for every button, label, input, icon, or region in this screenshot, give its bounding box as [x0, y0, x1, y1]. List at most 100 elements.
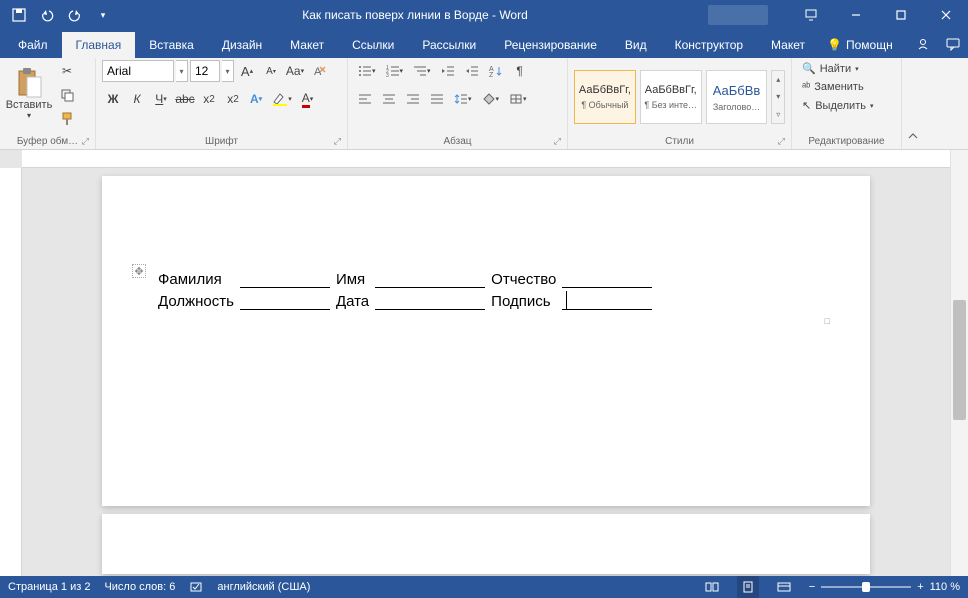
tab-mailings[interactable]: Рассылки — [408, 32, 490, 58]
numbering-icon[interactable]: 123▾ — [382, 60, 408, 82]
font-name-dd[interactable]: ▾ — [176, 60, 188, 82]
increase-indent-icon[interactable] — [461, 60, 483, 82]
collapse-ribbon-icon[interactable] — [904, 127, 922, 145]
tab-layout[interactable]: Макет — [276, 32, 338, 58]
decrease-indent-icon[interactable] — [437, 60, 459, 82]
line-position[interactable] — [240, 290, 330, 310]
undo-icon[interactable] — [34, 2, 60, 28]
redo-icon[interactable] — [62, 2, 88, 28]
paragraph-launcher[interactable]: ⤢ — [554, 136, 561, 147]
find-button[interactable]: 🔍Найти ▾ — [798, 60, 877, 77]
view-print-icon[interactable] — [737, 576, 759, 598]
view-read-icon[interactable] — [701, 576, 723, 598]
style-nospacing[interactable]: АаБбВвГг,¶ Без инте… — [640, 70, 702, 124]
group-styles-label: Стили — [665, 136, 694, 147]
share-icon[interactable] — [908, 30, 938, 58]
align-left-icon[interactable] — [354, 88, 376, 110]
line-signature[interactable] — [562, 290, 652, 310]
select-button[interactable]: ↖Выделить ▾ — [798, 97, 877, 114]
table-anchor-icon[interactable]: ✥ — [132, 264, 146, 278]
style-heading1[interactable]: АаБбВвЗаголово… — [706, 70, 768, 124]
cut-icon[interactable]: ✂ — [56, 60, 78, 82]
grow-font-icon[interactable]: A▴ — [236, 60, 258, 82]
save-icon[interactable] — [6, 2, 32, 28]
tab-design[interactable]: Дизайн — [208, 32, 276, 58]
copy-icon[interactable] — [56, 84, 78, 106]
tell-me[interactable]: 💡Помощн — [819, 32, 901, 58]
shrink-font-icon[interactable]: A▾ — [260, 60, 282, 82]
minimize-icon[interactable] — [833, 0, 878, 30]
zoom-slider[interactable] — [821, 586, 911, 588]
bold-icon[interactable]: Ж — [102, 88, 124, 110]
tab-review[interactable]: Рецензирование — [490, 32, 611, 58]
align-right-icon[interactable] — [402, 88, 424, 110]
change-case-icon[interactable]: Aa▾ — [284, 60, 306, 82]
tab-tabletools-design[interactable]: Конструктор — [661, 32, 757, 58]
document-page[interactable]: ✥ Фамилия Имя Отчество Должность Дата По… — [102, 176, 870, 506]
borders-icon[interactable]: ▾ — [505, 88, 531, 110]
zoom-in-icon[interactable]: + — [917, 581, 923, 593]
tab-tabletools-layout[interactable]: Макет — [757, 32, 819, 58]
sort-icon[interactable]: AZ — [485, 60, 507, 82]
justify-icon[interactable] — [426, 88, 448, 110]
font-color-icon[interactable]: A▾ — [298, 88, 318, 110]
shading-icon[interactable]: ▾ — [478, 88, 504, 110]
horizontal-ruler[interactable] — [22, 150, 950, 168]
group-paragraph-label: Абзац — [443, 136, 471, 147]
pilcrow-icon[interactable]: ¶ — [509, 60, 531, 82]
text-effects-icon[interactable]: A▾ — [246, 88, 266, 110]
bullets-icon[interactable]: ▾ — [354, 60, 380, 82]
line-surname[interactable] — [240, 268, 330, 288]
font-name-input[interactable] — [102, 60, 174, 82]
multilevel-icon[interactable]: ▾ — [409, 60, 435, 82]
comments-icon[interactable] — [938, 30, 968, 58]
font-size-input[interactable] — [190, 60, 220, 82]
underline-icon[interactable]: Ч▾ — [150, 88, 172, 110]
document-page-2[interactable] — [102, 514, 870, 574]
styles-launcher[interactable]: ⤢ — [778, 136, 785, 147]
close-icon[interactable] — [923, 0, 968, 30]
styles-expand[interactable]: ▴▾▿ — [771, 70, 785, 124]
tab-home[interactable]: Главная — [62, 32, 136, 58]
font-launcher[interactable]: ⤢ — [334, 136, 341, 147]
style-normal[interactable]: АаБбВвГг,¶ Обычный — [574, 70, 636, 124]
status-page[interactable]: Страница 1 из 2 — [8, 581, 90, 593]
line-spacing-icon[interactable]: ▾ — [450, 88, 476, 110]
subscript-icon[interactable]: x2 — [198, 88, 220, 110]
font-size-dd[interactable]: ▾ — [222, 60, 234, 82]
strikethrough-icon[interactable]: abc — [174, 88, 196, 110]
account-area[interactable] — [708, 5, 768, 25]
clipboard-launcher[interactable]: ⤢ — [82, 136, 89, 147]
zoom-thumb[interactable] — [862, 582, 870, 592]
zoom-out-icon[interactable]: − — [809, 581, 815, 593]
align-center-icon[interactable] — [378, 88, 400, 110]
tab-view[interactable]: Вид — [611, 32, 661, 58]
superscript-icon[interactable]: x2 — [222, 88, 244, 110]
tab-insert[interactable]: Вставка — [135, 32, 208, 58]
status-language[interactable]: английский (США) — [217, 581, 310, 593]
format-painter-icon[interactable] — [56, 108, 78, 130]
maximize-icon[interactable] — [878, 0, 923, 30]
zoom-level[interactable]: 110 % — [930, 581, 960, 593]
ribbon-options-icon[interactable] — [788, 0, 833, 30]
replace-button[interactable]: ᵃᵇЗаменить — [798, 79, 877, 95]
line-patronymic[interactable] — [562, 268, 652, 288]
view-web-icon[interactable] — [773, 576, 795, 598]
highlight-icon[interactable]: ▾ — [268, 88, 296, 110]
vertical-scrollbar[interactable] — [950, 150, 968, 576]
window-title: Как писать поверх линии в Ворде - Word — [122, 8, 708, 22]
status-words[interactable]: Число слов: 6 — [104, 581, 175, 593]
tab-file[interactable]: Файл — [4, 32, 62, 58]
status-proofing-icon[interactable] — [189, 579, 203, 596]
qat-more-icon[interactable]: ▾ — [90, 2, 116, 28]
line-date[interactable] — [375, 290, 485, 310]
italic-icon[interactable]: К — [126, 88, 148, 110]
line-name[interactable] — [375, 268, 485, 288]
form-table[interactable]: Фамилия Имя Отчество Должность Дата Подп… — [152, 266, 654, 312]
scroll-thumb[interactable] — [953, 300, 966, 420]
paste-button[interactable]: Вставить ▾ — [6, 60, 52, 126]
tab-references[interactable]: Ссылки — [338, 32, 408, 58]
vertical-ruler[interactable] — [0, 168, 22, 576]
table-end-mark: □ — [825, 316, 830, 326]
clear-format-icon[interactable]: A — [308, 60, 330, 82]
